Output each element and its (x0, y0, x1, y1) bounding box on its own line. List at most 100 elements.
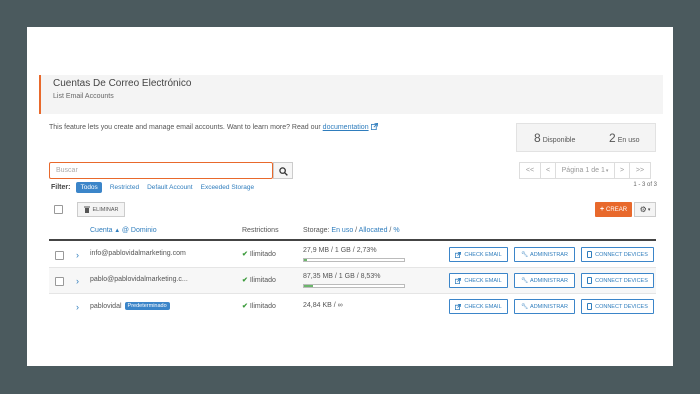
storage-header-prefix: Storage: (303, 227, 330, 234)
connect-devices-button[interactable]: CONNECT DEVICES (581, 247, 654, 262)
check-icon: ✔ (242, 277, 248, 284)
documentation-link[interactable]: documentation (323, 124, 369, 131)
sort-storage-used[interactable]: En uso (331, 227, 353, 234)
caret-down-icon: ▾ (605, 167, 609, 174)
connect-devices-label: CONNECT DEVICES (595, 251, 648, 258)
sort-account-header[interactable]: Cuenta ▲ @ Dominio (90, 227, 157, 234)
create-button[interactable]: + CREAR (595, 202, 632, 217)
table-row: › info@pablovidalmarketing.com ✔ Ilimita… (49, 242, 656, 268)
storage-progress-bar (303, 258, 405, 262)
storage-progress-bar (303, 284, 405, 288)
search-input[interactable] (49, 162, 273, 179)
storage-progress-fill (304, 285, 313, 287)
connect-devices-button[interactable]: CONNECT DEVICES (581, 299, 654, 314)
expand-chevron-icon[interactable]: › (76, 250, 79, 260)
account-email: pablo@pablovidalmarketing.c... (90, 276, 188, 283)
next-page-button[interactable]: > (614, 162, 630, 179)
settings-dropdown-button[interactable]: ⚙ ▾ (634, 202, 656, 217)
external-link-icon (455, 251, 462, 258)
external-link-icon[interactable] (370, 123, 378, 130)
table-row: › pablo@pablovidalmarketing.c... ✔ Ilimi… (49, 268, 656, 294)
check-email-label: CHECK EMAIL (464, 303, 502, 310)
expand-chevron-icon[interactable]: › (76, 302, 79, 312)
external-link-icon (455, 277, 462, 284)
check-email-label: CHECK EMAIL (464, 251, 502, 258)
delete-label: ELIMINAR (92, 206, 119, 213)
storage-header: Storage: En uso / Allocated / % (303, 227, 400, 234)
wrench-icon: 🔧︎ (521, 251, 529, 258)
plus-icon: + (599, 206, 605, 213)
caret-down-icon: ▾ (647, 206, 651, 213)
administrar-label: ADMINISTRAR (530, 277, 568, 284)
page-header: Cuentas De Correo Electrónico List Email… (39, 75, 663, 114)
trash-icon (83, 206, 90, 213)
mobile-icon (587, 277, 593, 284)
check-email-button[interactable]: CHECK EMAIL (449, 299, 508, 314)
administrar-label: ADMINISTRAR (530, 251, 568, 258)
used-count: 2 (609, 131, 616, 145)
page-subtitle: List Email Accounts (53, 93, 114, 100)
domain-header-label: @ Dominio (121, 227, 157, 234)
account-email: pablovidal Predeterminado (90, 302, 170, 310)
account-email: info@pablovidalmarketing.com (90, 250, 186, 257)
filter-label: Filter: (51, 184, 71, 191)
external-link-icon (455, 303, 462, 310)
account-username: pablovidal (90, 303, 122, 310)
storage-usage: 24,84 KB / ∞ (303, 302, 343, 309)
default-badge: Predeterminado (124, 302, 170, 310)
connect-devices-label: CONNECT DEVICES (595, 303, 648, 310)
connect-devices-label: CONNECT DEVICES (595, 277, 648, 284)
restriction-status: ✔ Ilimitado (242, 250, 276, 258)
used-stat: 2 En uso (609, 131, 639, 145)
expand-chevron-icon[interactable]: › (76, 276, 79, 286)
select-all-checkbox[interactable] (54, 205, 63, 214)
create-label: CREAR (606, 206, 628, 213)
restriction-status: ✔ Ilimitado (242, 276, 276, 284)
delete-button[interactable]: ELIMINAR (77, 202, 125, 217)
intro-text: This feature lets you create and manage … (49, 123, 378, 131)
row-checkbox[interactable] (55, 277, 64, 286)
first-page-button[interactable]: << (519, 162, 541, 179)
account-header-label: Cuenta (90, 227, 113, 234)
administrar-button[interactable]: 🔧︎ ADMINISTRAR (514, 299, 575, 314)
filter-restricted[interactable]: Restricted (110, 184, 139, 191)
prev-page-button[interactable]: < (540, 162, 556, 179)
account-stats: 8 Disponible 2 En uso (516, 123, 656, 152)
restriction-label: Ilimitado (249, 303, 276, 310)
result-count: 1 - 3 of 3 (633, 182, 657, 188)
page-title: Cuentas De Correo Electrónico (53, 78, 192, 89)
pagination: << < Página 1 de 1 ▾ > >> (519, 162, 651, 179)
intro-sentence: This feature lets you create and manage … (49, 124, 323, 131)
administrar-button[interactable]: 🔧︎ ADMINISTRAR (514, 273, 575, 288)
available-stat: 8 Disponible (534, 131, 575, 145)
filter-all[interactable]: Todos (76, 182, 102, 193)
administrar-button[interactable]: 🔧︎ ADMINISTRAR (514, 247, 575, 262)
connect-devices-button[interactable]: CONNECT DEVICES (581, 273, 654, 288)
filter-default-account[interactable]: Default Account (147, 184, 193, 191)
sort-storage-allocated[interactable]: Allocated (359, 227, 388, 234)
wrench-icon: 🔧︎ (521, 277, 529, 284)
row-checkbox[interactable] (55, 251, 64, 260)
search-button[interactable] (273, 162, 293, 179)
page-select[interactable]: Página 1 de 1 ▾ (555, 162, 615, 179)
check-icon: ✔ (242, 251, 248, 258)
wrench-icon: 🔧︎ (521, 303, 529, 310)
check-email-button[interactable]: CHECK EMAIL (449, 273, 508, 288)
mobile-icon (587, 303, 593, 310)
check-email-label: CHECK EMAIL (464, 277, 502, 284)
used-label: En uso (617, 137, 640, 144)
sort-asc-icon: ▲ (112, 228, 122, 234)
filter-bar: Filter: Todos Restricted Default Account… (51, 182, 262, 193)
page-select-label: Página 1 de 1 (561, 167, 605, 174)
sort-storage-percent[interactable]: % (393, 227, 399, 234)
table-header: Cuenta ▲ @ Dominio Restrictions Storage:… (49, 223, 656, 241)
check-email-button[interactable]: CHECK EMAIL (449, 247, 508, 262)
check-icon: ✔ (242, 303, 248, 310)
filter-exceeded-storage[interactable]: Exceeded Storage (201, 184, 254, 191)
table-row: › pablovidal Predeterminado ✔ Ilimitado 2… (49, 294, 656, 320)
restrictions-header: Restrictions (242, 227, 279, 234)
last-page-button[interactable]: >> (629, 162, 651, 179)
restriction-status: ✔ Ilimitado (242, 302, 276, 310)
storage-progress-fill (304, 259, 307, 261)
available-count: 8 (534, 131, 541, 145)
